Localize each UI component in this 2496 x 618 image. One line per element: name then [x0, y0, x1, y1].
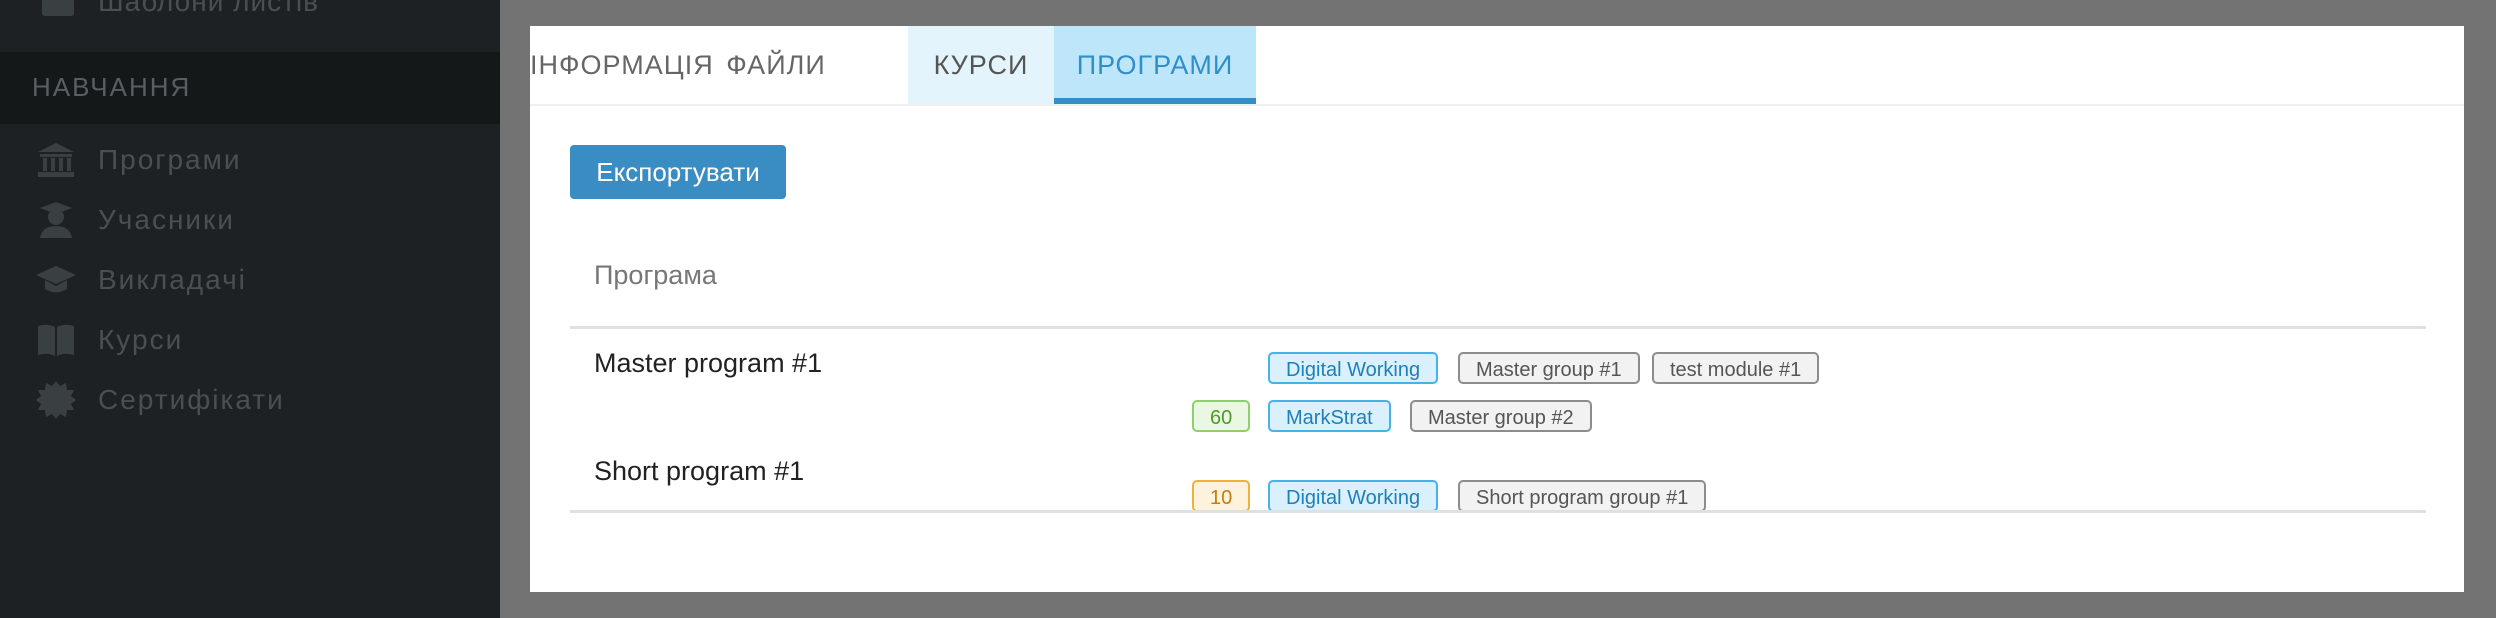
tab-bar: ІНФОРМАЦІЯ ФАЙЛИ КУРСИ ПРОГРАМИ	[530, 26, 2464, 106]
group-tag[interactable]: Master group #1	[1458, 352, 1640, 384]
book-icon	[36, 320, 76, 360]
table-row: Short program #1 10 Digital Working Shor…	[570, 430, 2426, 512]
table-header: Програма	[570, 236, 2426, 329]
certificate-icon	[36, 380, 76, 420]
tab-information[interactable]: ІНФОРМАЦІЯ	[530, 26, 713, 104]
institution-icon	[36, 140, 76, 180]
sidebar-item-label: Учасники	[98, 204, 235, 235]
sidebar-section-label: НАВЧАННЯ	[32, 72, 192, 102]
sidebar-section-header: НАВЧАННЯ	[0, 52, 500, 124]
tab-courses[interactable]: КУРСИ	[908, 26, 1054, 104]
sidebar-item-label: Шаблони листів	[98, 0, 320, 17]
envelope-icon	[38, 0, 78, 22]
sidebar-item-programs[interactable]: Програми	[0, 132, 500, 188]
program-name[interactable]: Master program #1	[594, 348, 822, 379]
group-tag[interactable]: Master group #2	[1410, 400, 1592, 432]
count-badge: 10	[1192, 480, 1251, 512]
sidebar: Шаблони листів НАВЧАННЯ Програми Учасник…	[0, 0, 500, 618]
count-badge: 60	[1192, 400, 1251, 432]
program-name[interactable]: Short program #1	[594, 456, 804, 487]
sidebar-item-courses[interactable]: Курси	[0, 312, 500, 368]
tab-programs[interactable]: ПРОГРАМИ	[1054, 26, 1256, 104]
sidebar-item-participants[interactable]: Учасники	[0, 192, 500, 248]
group-tag[interactable]: test module #1	[1652, 352, 1820, 384]
course-tag[interactable]: Digital Working	[1268, 352, 1439, 384]
sidebar-item-label: Викладачі	[98, 264, 247, 295]
tab-files[interactable]: ФАЙЛИ	[712, 26, 840, 104]
graduation-cap-icon	[36, 260, 76, 300]
sidebar-item-label: Курси	[98, 324, 184, 355]
export-button[interactable]: Експортувати	[570, 145, 786, 199]
student-icon	[36, 200, 76, 240]
sidebar-item-label: Програми	[98, 144, 242, 175]
modal-dialog: ІНФОРМАЦІЯ ФАЙЛИ КУРСИ ПРОГРАМИ Експорту…	[530, 26, 2464, 592]
column-header-program: Програма	[594, 260, 717, 290]
group-tag[interactable]: Short program group #1	[1458, 480, 1707, 512]
course-tag[interactable]: MarkStrat	[1268, 400, 1391, 432]
sidebar-item-label: Сертифікати	[98, 384, 285, 415]
sidebar-item-email-templates[interactable]: Шаблони листів	[0, 0, 500, 22]
table-row: Master program #1 Digital Working Master…	[570, 326, 2426, 432]
sidebar-item-certificates[interactable]: Сертифікати	[0, 372, 500, 428]
course-tag[interactable]: Digital Working	[1268, 480, 1439, 512]
table-bottom-border	[570, 510, 2426, 513]
sidebar-item-teachers[interactable]: Викладачі	[0, 252, 500, 308]
